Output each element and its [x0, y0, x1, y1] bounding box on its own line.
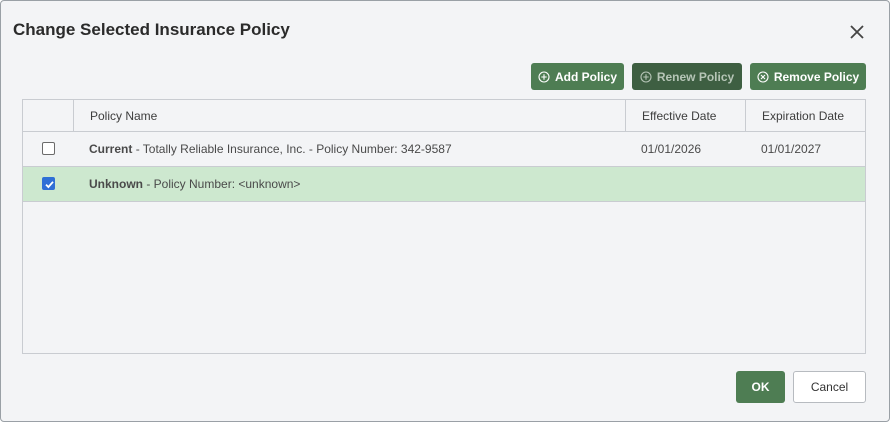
cancel-button[interactable]: Cancel	[793, 371, 866, 403]
column-header-effective-date[interactable]: Effective Date	[625, 100, 745, 132]
policy-details: - Policy Number: <unknown>	[146, 177, 301, 191]
policy-details: - Totally Reliable Insurance, Inc. - Pol…	[135, 142, 452, 156]
effective-date-cell: 01/01/2026	[641, 142, 702, 156]
ok-button[interactable]: OK	[736, 371, 785, 403]
policy-name-cell: Unknown - Policy Number: <unknown>	[89, 167, 300, 201]
row-checkbox[interactable]	[42, 177, 55, 190]
renew-policy-label: Renew Policy	[656, 69, 735, 84]
add-policy-label: Add Policy	[554, 69, 617, 84]
table-row[interactable]: Unknown - Policy Number: <unknown>	[23, 167, 865, 202]
policy-name-cell: Current - Totally Reliable Insurance, In…	[89, 132, 452, 166]
table-header: Policy Name Effective Date Expiration Da…	[23, 100, 865, 132]
close-icon[interactable]	[846, 21, 868, 43]
column-header-policy-name[interactable]: Policy Name	[73, 100, 625, 132]
renew-policy-button[interactable]: Renew Policy	[632, 63, 742, 90]
policy-status: Unknown	[89, 177, 143, 191]
plus-circle-icon	[538, 70, 550, 83]
policy-table: Policy Name Effective Date Expiration Da…	[22, 99, 866, 354]
checkmark-icon	[45, 181, 54, 189]
remove-policy-label: Remove Policy	[773, 69, 860, 84]
plus-circle-icon	[640, 70, 652, 83]
remove-policy-button[interactable]: Remove Policy	[750, 63, 866, 90]
checkbox-column-header	[23, 100, 73, 132]
dialog-title: Change Selected Insurance Policy	[13, 20, 290, 39]
x-circle-icon	[757, 70, 769, 83]
table-row[interactable]: Current - Totally Reliable Insurance, In…	[23, 132, 865, 167]
change-policy-dialog: Change Selected Insurance Policy Add Pol…	[0, 0, 890, 422]
column-header-expiration-date[interactable]: Expiration Date	[745, 100, 865, 132]
row-checkbox[interactable]	[42, 142, 55, 155]
expiration-date-cell: 01/01/2027	[761, 142, 822, 156]
add-policy-button[interactable]: Add Policy	[531, 63, 624, 90]
policy-status: Current	[89, 142, 133, 156]
